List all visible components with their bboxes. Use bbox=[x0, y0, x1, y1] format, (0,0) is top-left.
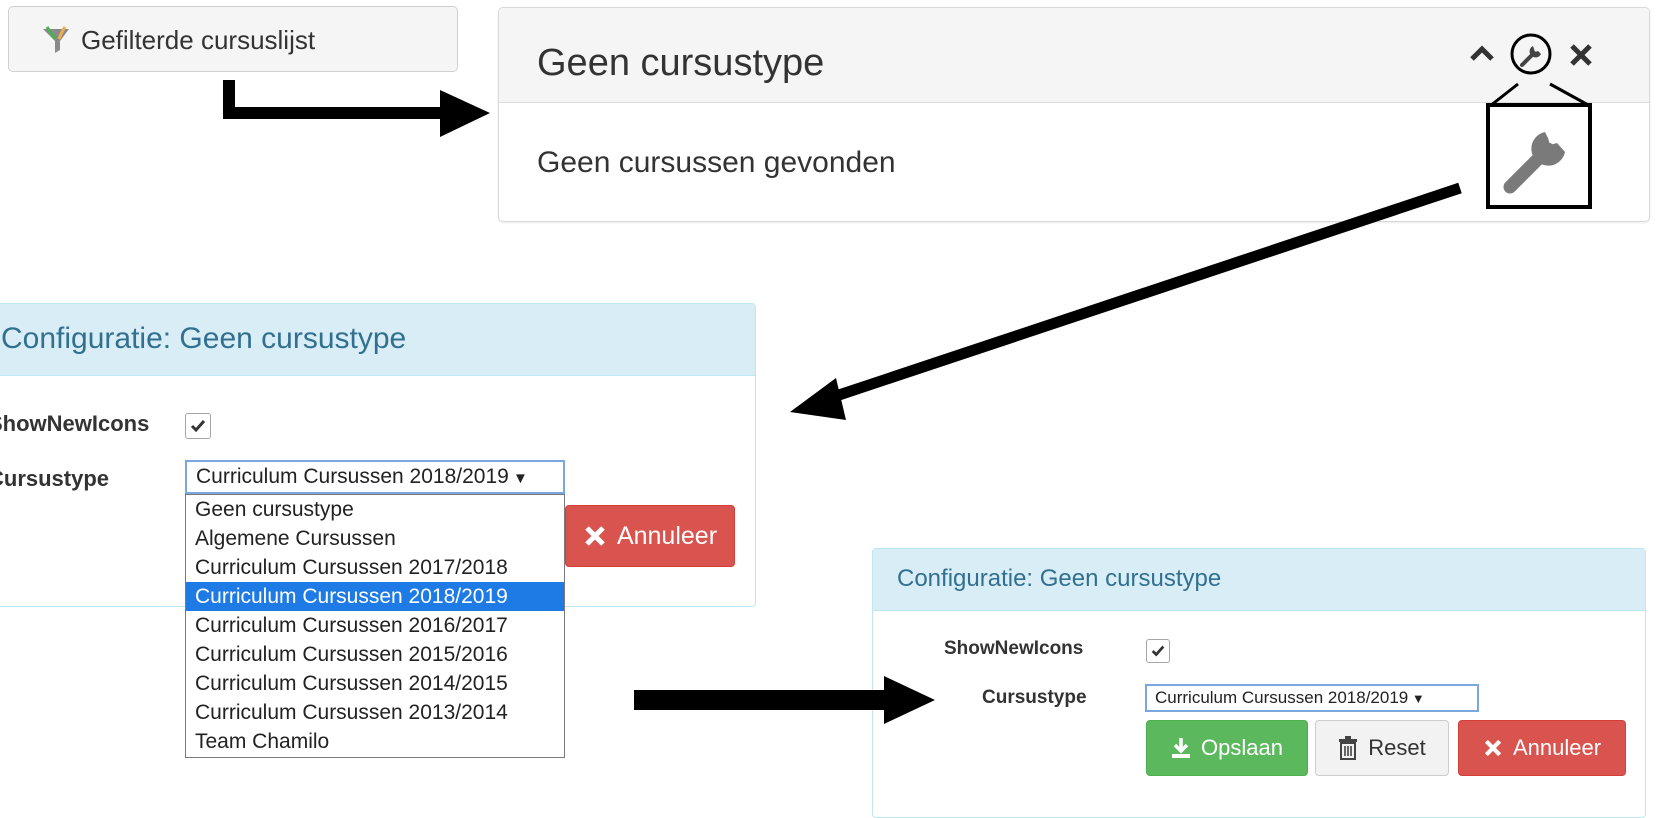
course-type-panel: Geen cursustype Geen cursussen gevonden bbox=[498, 7, 1650, 222]
cancel-button-label: Annuleer bbox=[616, 521, 718, 550]
course-type-selected: Curriculum Cursussen 2018/2019 bbox=[196, 465, 509, 488]
arrow-head bbox=[790, 378, 846, 420]
show-new-icons-label: ShowNewIcons bbox=[0, 411, 150, 436]
reset-button[interactable]: Reset bbox=[1315, 720, 1449, 776]
trash-icon bbox=[1339, 736, 1358, 760]
filter-icon bbox=[43, 26, 69, 53]
dropdown-option[interactable]: Curriculum Cursussen 2014/2015 bbox=[186, 669, 564, 698]
wrench-icon[interactable] bbox=[1509, 32, 1553, 76]
show-new-icons-checkbox[interactable] bbox=[185, 413, 211, 439]
course-type-dropdown[interactable]: Geen cursustype Algemene Cursussen Curri… bbox=[185, 494, 565, 758]
close-icon[interactable] bbox=[1567, 41, 1595, 69]
dropdown-option[interactable]: Curriculum Cursussen 2015/2016 bbox=[186, 640, 564, 669]
wrench-icon-enlarged bbox=[1503, 132, 1565, 194]
save-button[interactable]: Opslaan bbox=[1146, 720, 1308, 776]
close-icon bbox=[585, 526, 605, 546]
show-new-icons-label: ShowNewIcons bbox=[944, 638, 1084, 659]
no-courses-message: Geen cursussen gevonden bbox=[537, 146, 896, 179]
filter-button-label: Gefilterde cursuslijst bbox=[81, 25, 316, 55]
show-new-icons-checkbox[interactable] bbox=[1146, 639, 1170, 663]
course-type-label: Cursustype bbox=[982, 687, 1087, 708]
reset-button-label: Reset bbox=[1368, 735, 1426, 760]
wrench-zoom-callout bbox=[1486, 103, 1592, 209]
checkmark-icon bbox=[190, 420, 206, 433]
cancel-button[interactable]: Annuleer bbox=[1458, 720, 1626, 776]
course-type-label: Cursustype bbox=[0, 466, 110, 491]
course-type-select[interactable]: Curriculum Cursussen 2018/2019 ▼ bbox=[185, 460, 565, 494]
configuration-title: Configuratie: Geen cursustype bbox=[873, 549, 1645, 611]
arrow-head bbox=[440, 90, 490, 137]
cancel-button[interactable]: Annuleer bbox=[565, 505, 735, 567]
close-icon bbox=[1484, 739, 1502, 757]
dropdown-option[interactable]: Algemene Cursussen bbox=[186, 524, 564, 553]
dropdown-option[interactable]: Geen cursustype bbox=[186, 495, 564, 524]
dropdown-option[interactable]: Curriculum Cursussen 2017/2018 bbox=[186, 553, 564, 582]
chevron-up-icon[interactable] bbox=[1467, 38, 1497, 68]
configuration-panel-final: Configuratie: Geen cursustype bbox=[872, 548, 1646, 818]
course-type-select[interactable]: Curriculum Cursussen 2018/2019 ▼ bbox=[1145, 684, 1479, 712]
download-icon bbox=[1172, 738, 1191, 758]
dropdown-option[interactable]: Team Chamilo bbox=[186, 727, 564, 756]
filtered-course-list-button[interactable]: Gefilterde cursuslijst bbox=[8, 6, 458, 72]
dropdown-option[interactable]: Curriculum Cursussen 2013/2014 bbox=[186, 698, 564, 727]
course-type-selected: Curriculum Cursussen 2018/2019 bbox=[1155, 688, 1409, 707]
configuration-title: Configuratie: Geen cursustype bbox=[0, 304, 755, 376]
cancel-button-label: Annuleer bbox=[1512, 735, 1602, 760]
checkmark-icon bbox=[1151, 645, 1165, 657]
save-button-label: Opslaan bbox=[1201, 735, 1283, 760]
dropdown-option-selected[interactable]: Curriculum Cursussen 2018/2019 bbox=[186, 582, 564, 611]
dropdown-option[interactable]: Curriculum Cursussen 2016/2017 bbox=[186, 611, 564, 640]
arrow-connector bbox=[223, 80, 450, 119]
